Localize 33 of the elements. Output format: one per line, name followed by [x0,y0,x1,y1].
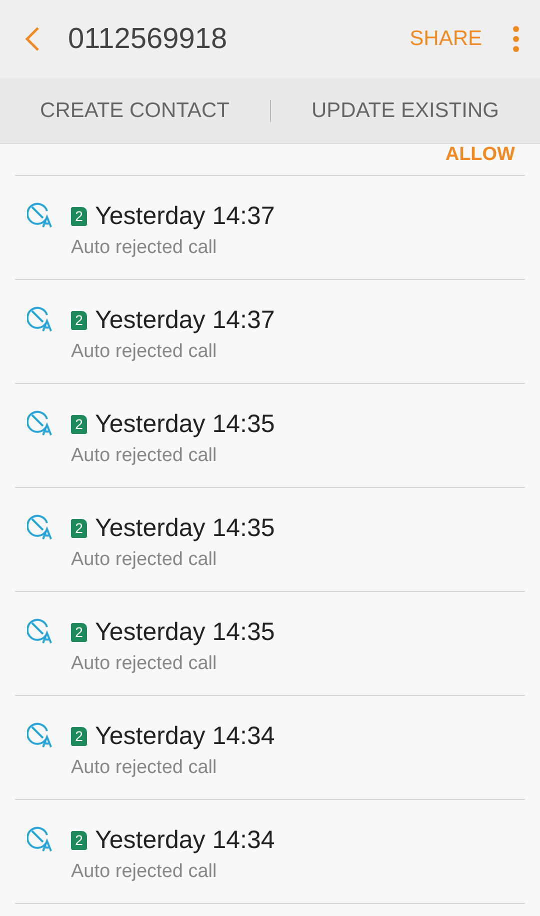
sim-badge: 2 [71,623,87,642]
sim-badge: 2 [71,831,87,850]
back-icon[interactable] [24,26,40,52]
sim-badge: 2 [71,311,87,330]
call-type: Auto rejected call [71,549,218,571]
sim-badge: 2 [71,519,87,538]
call-type: Auto rejected call [71,341,218,363]
call-type: Auto rejected call [71,237,218,259]
call-time: Yesterday 14:37 [95,306,275,335]
auto-reject-icon [27,306,53,332]
call-type: Auto rejected call [71,757,218,779]
auto-reject-icon [27,826,53,852]
call-type: Auto rejected call [71,861,218,883]
call-type: Auto rejected call [71,653,218,675]
auto-reject-icon [27,410,53,436]
more-options-icon[interactable] [512,26,520,52]
call-time: Yesterday 14:35 [95,618,275,647]
sim-badge: 2 [71,207,87,226]
call-time: Yesterday 14:35 [95,410,275,439]
auto-reject-icon [27,514,53,540]
call-time: Yesterday 14:35 [95,514,275,543]
call-time: Yesterday 14:37 [95,202,275,231]
call-time: Yesterday 14:34 [95,826,275,855]
phone-number: 0112569918 [68,22,228,56]
auto-reject-icon [27,722,53,748]
sim-badge: 2 [71,727,87,746]
action-button[interactable]: UPDATE EXISTING [270,88,540,132]
action-button[interactable]: CREATE CONTACT [0,88,270,132]
auto-reject-icon [27,202,53,228]
call-time: Yesterday 14:34 [95,722,275,751]
auto-reject-icon [27,618,53,644]
call-type: Auto rejected call [71,445,218,467]
sim-badge: 2 [71,415,87,434]
